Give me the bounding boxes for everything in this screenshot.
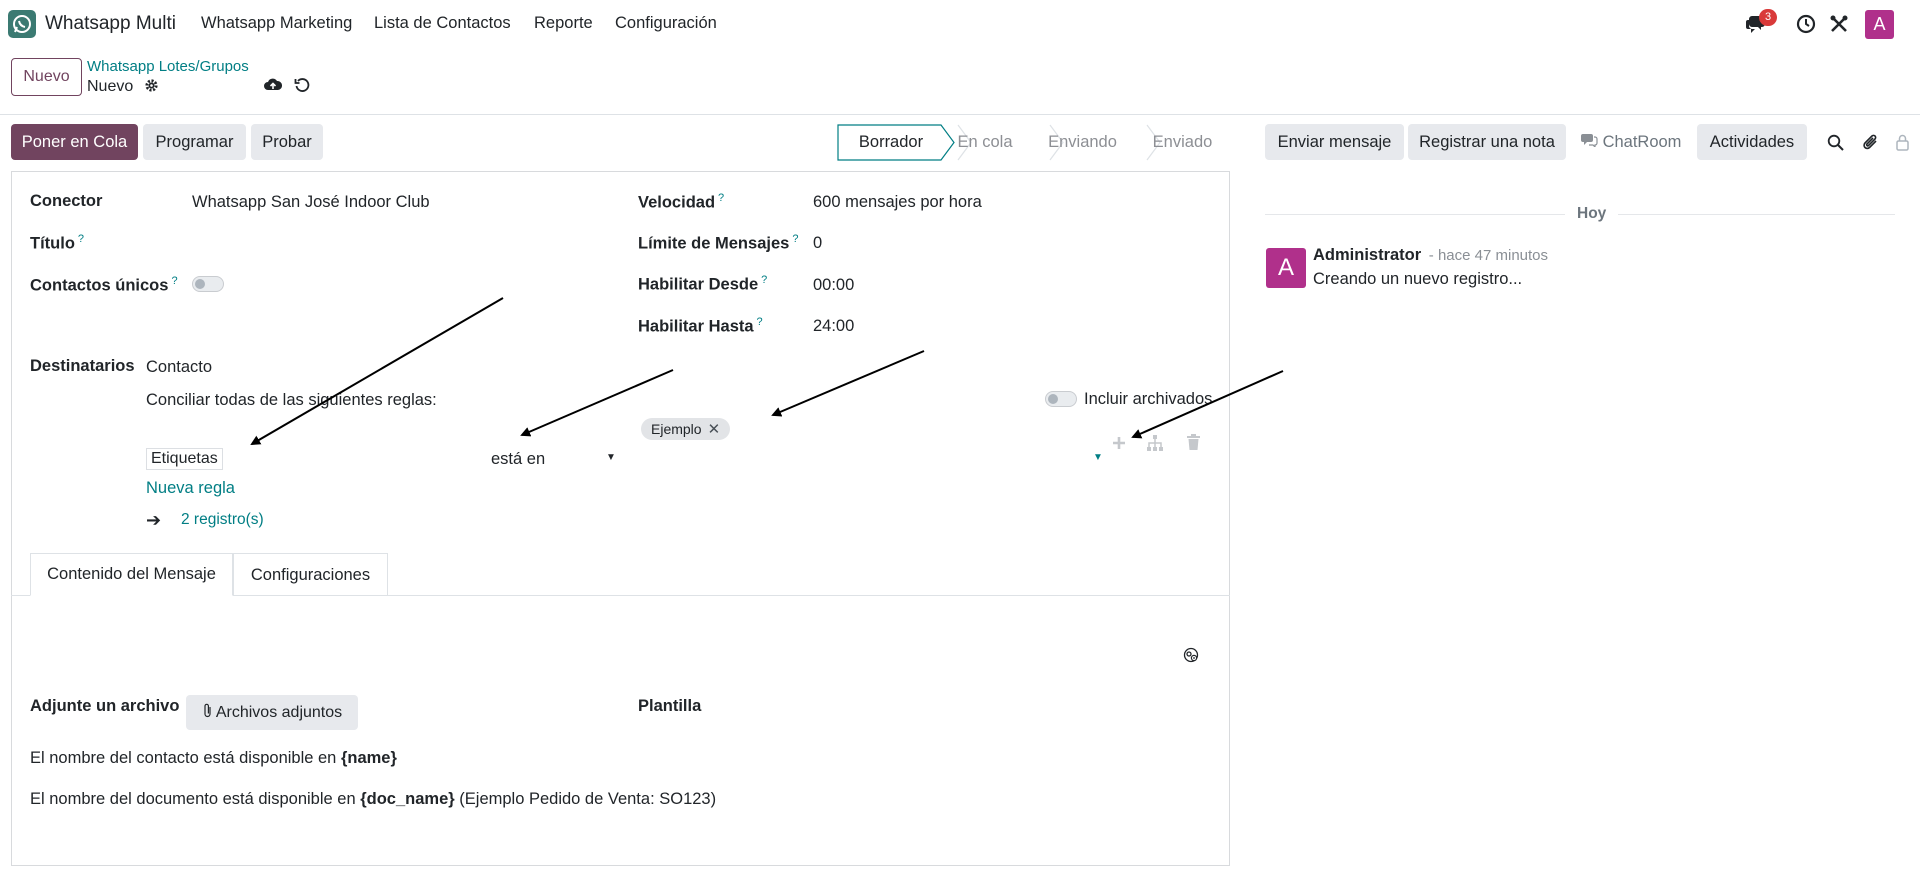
message-author[interactable]: Administrator — [1313, 246, 1421, 264]
unique-contacts-label: Contactos únicos? — [30, 275, 178, 295]
control-panel-divider — [0, 114, 1920, 115]
tools-icon[interactable] — [1827, 12, 1851, 36]
new-record-button[interactable]: Nuevo — [11, 58, 82, 96]
recipients-model-field[interactable]: Contacto — [146, 358, 212, 377]
stage-draft[interactable]: Borrador — [837, 124, 945, 161]
new-rule-link[interactable]: Nueva regla — [146, 479, 235, 498]
enable-to-field[interactable]: 24:00 — [813, 317, 854, 336]
connector-label: Conector — [30, 192, 103, 210]
menu-contact-list[interactable]: Lista de Contactos — [374, 14, 511, 33]
chatroom-label: ChatRoom — [1602, 132, 1682, 151]
message-limit-label: Límite de Mensajes? — [638, 233, 799, 253]
send-message-button[interactable]: Enviar mensaje — [1265, 124, 1404, 160]
gear-icon[interactable] — [144, 78, 159, 98]
attachments-button-label: Archivos adjuntos — [215, 703, 343, 721]
speed-field[interactable]: 600 mensajes por hora — [813, 193, 982, 212]
menu-configuration[interactable]: Configuración — [615, 14, 717, 33]
speed-label: Velocidad? — [638, 192, 725, 212]
unique-contacts-toggle[interactable] — [192, 276, 224, 292]
chat-bubbles-icon — [1580, 133, 1598, 152]
add-rule-icon[interactable] — [1111, 435, 1127, 456]
attach-file-label: Adjunte un archivo — [30, 697, 180, 715]
connector-field[interactable]: Whatsapp San José Indoor Club — [192, 193, 430, 212]
stage-sent[interactable]: Enviado — [1140, 124, 1225, 161]
include-archived-label: Incluir archivados — [1084, 390, 1213, 408]
paperclip-attachments-icon[interactable] — [1862, 133, 1879, 157]
rule-value-tag: Ejemplo ✕ — [641, 418, 731, 440]
message-header: Administrator - hace 47 minutos — [1313, 246, 1548, 265]
chatroom-button[interactable]: ChatRoom — [1572, 124, 1690, 160]
arrow-right-icon: ➔ — [146, 510, 162, 530]
app-name[interactable]: Whatsapp Multi — [45, 13, 176, 35]
records-count-link[interactable]: 2 registro(s) — [181, 511, 264, 529]
enable-to-label: Habilitar Hasta? — [638, 316, 763, 336]
add-branch-icon[interactable] — [1146, 434, 1164, 457]
template-settings-icon[interactable] — [1183, 647, 1199, 668]
message-author-avatar[interactable]: A — [1266, 248, 1306, 288]
title-label: Título? — [30, 233, 85, 253]
enable-from-label: Habilitar Desde? — [638, 274, 768, 294]
enqueue-button[interactable]: Poner en Cola — [11, 124, 138, 160]
search-icon[interactable] — [1827, 134, 1844, 156]
template-label: Plantilla — [638, 697, 702, 715]
message-limit-field[interactable]: 0 — [813, 234, 822, 253]
tab-message-content[interactable]: Contenido del Mensaje — [30, 553, 233, 596]
value-caret-down-icon[interactable]: ▼ — [1093, 452, 1103, 463]
menu-report[interactable]: Reporte — [534, 14, 593, 33]
clock-icon[interactable] — [1794, 12, 1818, 36]
rule-value-tag-label: Ejemplo — [651, 421, 702, 437]
top-navbar: Whatsapp Multi Whatsapp Marketing Lista … — [0, 0, 1920, 46]
lock-icon[interactable] — [1895, 134, 1910, 156]
stage-queued[interactable]: En cola — [945, 124, 1025, 161]
recipients-label: Destinatarios — [30, 357, 135, 375]
breadcrumb-current-label: Nuevo — [87, 78, 134, 95]
breadcrumb-current: Nuevo — [87, 78, 159, 98]
document-name-hint: El nombre del documento está disponible … — [30, 790, 717, 808]
save-cloud-icon[interactable] — [264, 77, 283, 98]
enable-from-field[interactable]: 00:00 — [813, 276, 854, 295]
message-time: - hace 47 minutos — [1428, 247, 1549, 264]
remove-tag-icon[interactable]: ✕ — [708, 420, 721, 438]
rule-operator-select[interactable]: está en — [491, 450, 545, 469]
message-body: Creando un nuevo registro... — [1313, 270, 1523, 288]
attachments-button[interactable]: Archivos adjuntos — [186, 695, 358, 730]
tab-configurations[interactable]: Configuraciones — [233, 553, 388, 596]
discard-icon[interactable] — [294, 77, 310, 98]
paperclip-icon — [202, 703, 213, 723]
operator-caret-down-icon[interactable]: ▼ — [606, 452, 616, 463]
today-label: Hoy — [1565, 205, 1619, 223]
test-button[interactable]: Probar — [251, 124, 323, 160]
activities-button[interactable]: Actividades — [1697, 124, 1807, 160]
log-note-button[interactable]: Registrar una nota — [1408, 124, 1566, 160]
menu-whatsapp-marketing[interactable]: Whatsapp Marketing — [201, 14, 352, 33]
contact-name-hint: El nombre del contacto está disponible e… — [30, 749, 397, 767]
title-input[interactable] — [192, 230, 612, 254]
include-archived-toggle[interactable] — [1045, 391, 1077, 407]
rules-intro-text: Conciliar todas de las siguientes reglas… — [146, 391, 437, 409]
trash-icon[interactable] — [1186, 434, 1201, 456]
messages-count-badge: 3 — [1759, 9, 1777, 26]
schedule-button[interactable]: Programar — [143, 124, 246, 160]
whatsapp-app-icon[interactable] — [8, 10, 36, 38]
rule-field-selector[interactable]: Etiquetas — [146, 448, 223, 470]
stage-sending[interactable]: Enviando — [1035, 124, 1130, 161]
user-avatar[interactable]: A — [1865, 10, 1894, 39]
breadcrumb-parent-link[interactable]: Whatsapp Lotes/Grupos — [87, 58, 249, 75]
